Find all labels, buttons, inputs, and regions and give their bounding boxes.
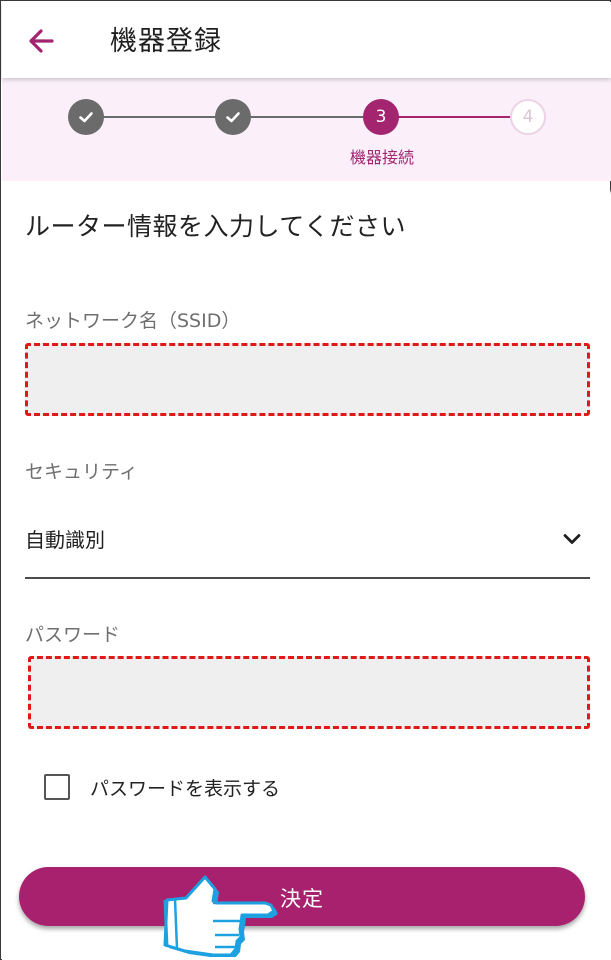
step-1-completed bbox=[68, 99, 104, 135]
step-connector bbox=[381, 116, 528, 118]
show-password-checkbox[interactable] bbox=[44, 774, 70, 800]
submit-button[interactable]: 決定 bbox=[19, 867, 585, 926]
step-4-upcoming: 4 bbox=[510, 99, 546, 135]
ssid-input[interactable] bbox=[25, 343, 590, 416]
progress-stepper: 3 4 機器接続 bbox=[2, 78, 611, 181]
show-password-label: パスワードを表示する bbox=[90, 778, 281, 800]
step-connector bbox=[90, 116, 234, 118]
pointing-hand-icon bbox=[163, 875, 278, 957]
check-icon bbox=[79, 112, 93, 123]
check-icon bbox=[226, 112, 240, 123]
security-select[interactable]: 自動識別 bbox=[25, 511, 590, 579]
chevron-down-icon bbox=[563, 534, 581, 544]
back-button[interactable] bbox=[22, 20, 64, 62]
form-heading: ルーター情報を入力してください bbox=[25, 212, 407, 241]
step-connector bbox=[234, 116, 381, 118]
password-label: パスワード bbox=[25, 624, 121, 646]
active-step-label: 機器接続 bbox=[349, 148, 414, 167]
app-bar: 機器登録 bbox=[2, 2, 611, 78]
step-2-completed bbox=[215, 99, 251, 135]
arrow-left-icon bbox=[29, 29, 54, 53]
step-number: 4 bbox=[522, 107, 534, 127]
form-card: ルーター情報を入力してください ネットワーク名（SSID） セキュリティ 自動識… bbox=[2, 181, 611, 960]
ssid-label: ネットワーク名（SSID） bbox=[25, 310, 241, 332]
step-number: 3 bbox=[375, 107, 387, 127]
app-screen: 機器登録 3 4 機器接続 ルーター情報を入力してください ネットワーク名（SS… bbox=[0, 0, 611, 960]
password-input[interactable] bbox=[28, 656, 590, 729]
step-3-active: 3 bbox=[363, 99, 399, 135]
page-title: 機器登録 bbox=[110, 26, 222, 57]
submit-button-label: 決定 bbox=[280, 887, 324, 911]
security-label: セキュリティ bbox=[25, 461, 138, 483]
security-selected-value: 自動識別 bbox=[25, 528, 105, 552]
